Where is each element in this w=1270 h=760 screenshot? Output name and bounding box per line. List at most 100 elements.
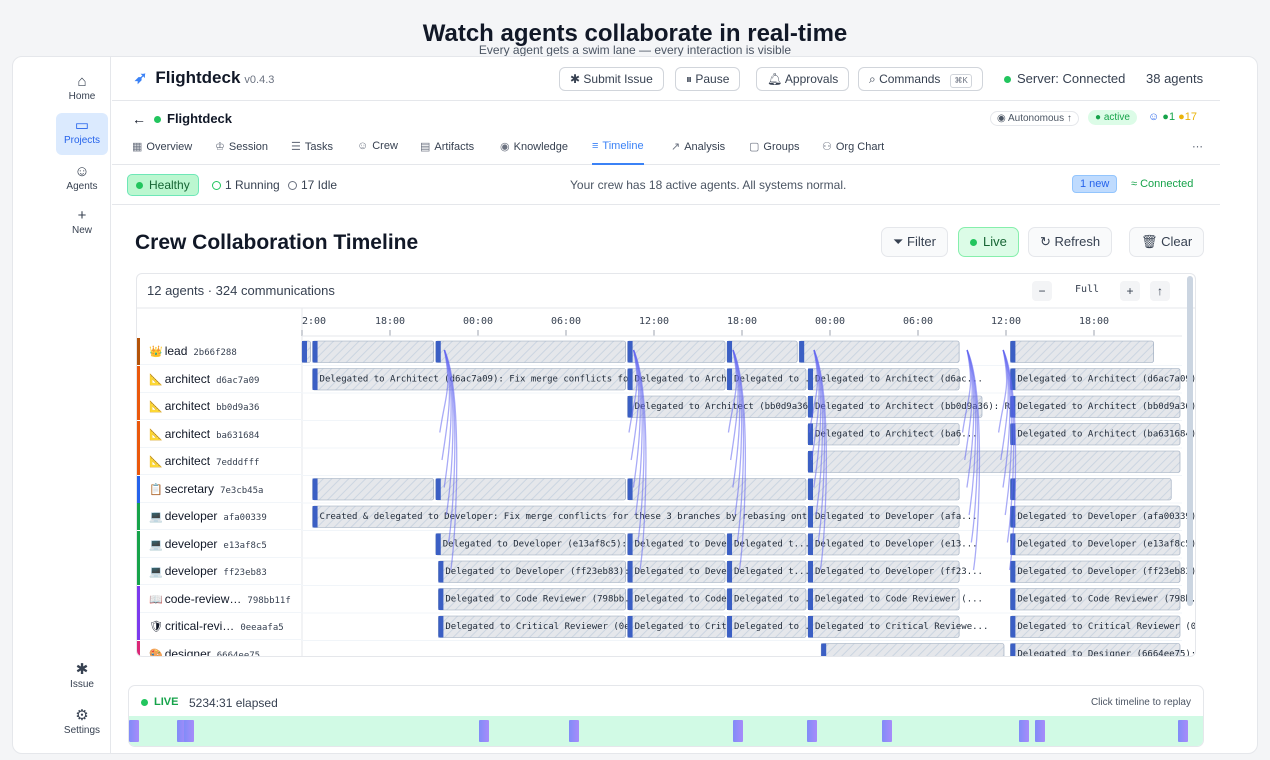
sidebar-item-settings[interactable]: ⚙ Settings <box>56 703 108 745</box>
clear-button[interactable]: 🗑︎ Clear <box>1129 227 1205 257</box>
tab-label: Groups <box>763 141 800 153</box>
lane-label[interactable]: 📖 code-review… 798bb11f <box>137 585 302 613</box>
tab-org-chart[interactable]: ⚇ Org Chart <box>822 140 884 165</box>
lane-label[interactable]: 💻 developer ff23eb83 <box>137 558 302 585</box>
tab-artifacts[interactable]: ▤ Artifacts <box>420 140 474 165</box>
more-icon[interactable]: ⋯ <box>1192 140 1203 165</box>
tab-analysis[interactable]: ↗ Analysis <box>671 140 725 165</box>
replay-activity-mark[interactable] <box>1178 720 1189 742</box>
health-badge[interactable]: Healthy <box>127 174 199 196</box>
replay-activity-mark[interactable] <box>807 720 818 742</box>
filter-button[interactable]: ⏷ Filter <box>881 227 948 257</box>
replay-activity-mark[interactable] <box>129 720 139 742</box>
running-filter[interactable]: 1 Running <box>212 178 280 192</box>
replay-activity-mark[interactable] <box>733 720 744 742</box>
tab-overview[interactable]: ▦ Overview <box>132 140 192 165</box>
hero-subtitle: Every agent gets a swim lane — every int… <box>478 43 792 57</box>
lane-label[interactable]: 📐 architect ba631684 <box>137 420 302 448</box>
commands-button[interactable]: ⌕ Commands ⌘K <box>858 67 983 91</box>
timeline-segment[interactable] <box>435 478 626 501</box>
segment-label: Delegated to Critical Reviewe... <box>815 622 988 632</box>
timeline-segment[interactable] <box>627 340 726 363</box>
zoom-out-button[interactable]: − <box>1032 281 1052 301</box>
lane-label[interactable]: 📋 secretary 7e3cb45a <box>137 475 302 503</box>
replay-activity-mark[interactable] <box>478 720 489 742</box>
tab-label: Analysis <box>684 141 726 153</box>
timeline-segment[interactable] <box>312 478 435 501</box>
replay-activity-mark[interactable] <box>1035 720 1046 742</box>
replay-activity-mark[interactable] <box>184 720 195 742</box>
crew-status-message: Your crew has 18 active agents. All syst… <box>570 178 847 192</box>
tab-session[interactable]: ♔ Session <box>215 140 268 165</box>
lane-label[interactable]: 🎨 designer 6664ee75 <box>137 640 302 656</box>
timeline-segment[interactable] <box>312 340 435 363</box>
running-count-value: 1 <box>1168 111 1176 123</box>
scrollbar[interactable] <box>1187 276 1193 606</box>
timeline-segment[interactable] <box>807 450 1181 473</box>
segment-label: Delegated to Architect (ba631684):... <box>1017 430 1196 440</box>
lane-color-bar <box>137 503 140 530</box>
sidebar-item-agents[interactable]: ☺ Agents <box>56 159 108 201</box>
status-dot-icon <box>154 116 161 124</box>
wifi-icon: ≈ <box>1131 178 1138 190</box>
lane-label[interactable]: 📐 architect bb0d9a36 <box>137 393 302 420</box>
autonomy-toggle[interactable]: ◉ Autonomous ↑ <box>990 111 1079 126</box>
back-arrow-icon[interactable]: ← <box>132 111 146 127</box>
filter-icon: ⏷ <box>893 234 904 249</box>
refresh-label: Refresh <box>1054 234 1101 249</box>
new-badge[interactable]: 1 new <box>1072 175 1118 193</box>
lane-label[interactable]: 📐 architect 7edddfff <box>137 448 302 475</box>
timeline-segment[interactable] <box>807 478 960 501</box>
sidebar-item-projects[interactable]: ▭ Projects <box>56 113 108 155</box>
zoom-level[interactable]: Full <box>1075 284 1099 295</box>
replay-activity-mark[interactable] <box>881 720 892 742</box>
scroll-top-button[interactable]: ↑ <box>1150 281 1170 301</box>
approvals-button[interactable]: 🔔︎ Approvals <box>756 67 850 91</box>
lane-label[interactable]: 👑 lead 2b66f288 <box>137 338 302 365</box>
timeline-segment[interactable] <box>435 340 626 363</box>
timeline-icon: ≡ <box>592 140 599 152</box>
replay-activity-mark[interactable] <box>568 720 579 742</box>
timeline-segment[interactable] <box>798 340 960 363</box>
lane-color-bar <box>137 338 140 365</box>
refresh-button[interactable]: ↻ Refresh <box>1028 227 1113 257</box>
app-brand[interactable]: ➶ Flightdeck v0.4.3 <box>134 68 274 88</box>
lane-label[interactable]: 💻 developer afa00339 <box>137 503 302 530</box>
live-button[interactable]: Live <box>958 227 1019 257</box>
tab-crew[interactable]: ☺ Crew <box>357 140 398 165</box>
tab-tasks[interactable]: ☰ Tasks <box>291 140 333 165</box>
lane-label[interactable]: 💻 developer e13af8c5 <box>137 530 302 558</box>
timeline-segment[interactable] <box>1010 478 1172 501</box>
eye-icon: ◉ <box>997 113 1006 124</box>
timeline-segment[interactable] <box>627 478 807 501</box>
segment-start-marker <box>438 561 444 583</box>
replay-bar[interactable]: LIVE 5234:31 elapsed Click timeline to r… <box>128 685 1204 747</box>
lane-label[interactable]: 📐 architect d6ac7a09 <box>137 365 302 393</box>
lane-color-bar <box>137 558 140 585</box>
timeline-segment[interactable] <box>820 643 1005 658</box>
idle-filter[interactable]: 17 Idle <box>288 178 337 192</box>
sidebar-item-issue[interactable]: ✱ Issue <box>56 657 108 699</box>
timeline-segment[interactable] <box>726 340 798 363</box>
tab-timeline[interactable]: ≡ Timeline <box>592 140 644 165</box>
gear-icon: ⚙ <box>75 707 89 724</box>
sidebar-item-new[interactable]: + New <box>56 203 108 245</box>
tab-groups[interactable]: ▢ Groups <box>749 140 799 165</box>
timeline-panel[interactable]: 2:00 18:00 00:00 06:00 12:00 18:00 00:00 06:00 1… <box>136 273 1196 657</box>
replay-activity-mark[interactable] <box>1019 720 1030 742</box>
sidebar-item-home[interactable]: ⌂ Home <box>56 69 108 111</box>
lane-label[interactable]: 🛡 critical-revi… 0eeaafa5 <box>137 613 302 640</box>
replay-track[interactable] <box>129 716 1203 746</box>
pause-button[interactable]: ⏸ Pause <box>675 67 741 91</box>
segment-label: Delegated t... <box>734 540 810 550</box>
zoom-in-button[interactable]: + <box>1120 281 1140 301</box>
submit-issue-button[interactable]: ✱ Submit Issue <box>559 67 664 91</box>
agent-counts[interactable]: ☺ ●1 ●17 <box>1148 111 1197 123</box>
status-badge-label: active <box>1103 112 1130 123</box>
tab-knowledge[interactable]: ◉ Knowledge <box>500 140 568 165</box>
live-indicator-label: LIVE <box>154 696 179 708</box>
segment-start-marker <box>438 588 444 610</box>
segment-label: Delegated to Critical Reviewer (0ee... <box>1017 622 1196 632</box>
time-tick-label: 18:00 <box>375 316 405 327</box>
timeline-segment[interactable] <box>1010 340 1154 363</box>
